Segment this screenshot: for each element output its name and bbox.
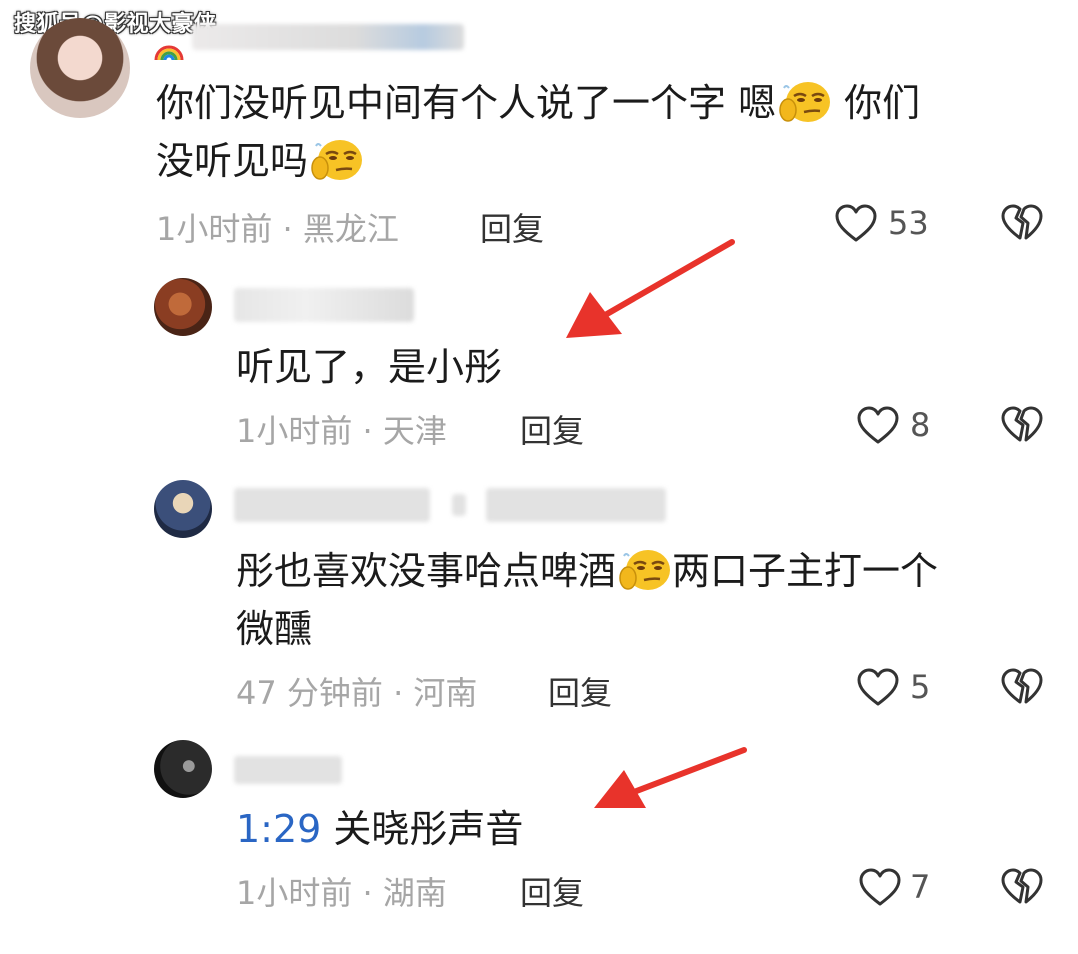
comment-meta: 1小时前 · 天津: [236, 412, 447, 450]
broken-heart-icon[interactable]: [1000, 867, 1044, 907]
comment-meta: 1小时前 · 湖南: [236, 874, 447, 912]
username-blurred[interactable]: [486, 488, 666, 522]
reply-button[interactable]: 回复: [520, 868, 584, 914]
username-blurred[interactable]: [452, 494, 466, 516]
username-blurred[interactable]: [234, 488, 430, 522]
rainbow-badge-icon: [154, 38, 184, 62]
broken-heart-icon[interactable]: [1000, 405, 1044, 445]
heart-outline-icon[interactable]: [858, 867, 902, 907]
reply-button[interactable]: 回复: [480, 204, 544, 250]
comment-text: 你们没听见中间有个人说了一个字 嗯 你们 没听见吗: [156, 80, 921, 183]
username-blurred[interactable]: [192, 24, 464, 50]
red-arrow-annotation: [594, 747, 747, 808]
avatar[interactable]: [30, 18, 130, 118]
video-timestamp-link[interactable]: 1:29: [236, 807, 321, 851]
comment-text: 1:29 关晓彤声音: [236, 807, 524, 851]
comment-text: 彤也喜欢没事哈点啤酒 两口子主打一个 微醺: [236, 548, 939, 651]
comment-text: 听见了，是小彤: [236, 345, 503, 389]
like-count: 53: [888, 204, 929, 242]
heart-outline-icon[interactable]: [856, 667, 900, 707]
broken-heart-icon[interactable]: [1000, 667, 1044, 707]
comment-meta: 1小时前 · 黑龙江: [156, 210, 399, 248]
like-count: 7: [910, 868, 931, 906]
username-blurred[interactable]: [234, 288, 414, 322]
thinking-face-emoji-icon: [776, 80, 832, 124]
like-count: 8: [910, 406, 931, 444]
red-arrow-annotation: [566, 239, 735, 338]
avatar[interactable]: [154, 740, 212, 798]
broken-heart-icon[interactable]: [1000, 203, 1044, 243]
avatar[interactable]: [154, 278, 212, 336]
comment-meta: 47 分钟前 · 河南: [236, 674, 478, 712]
like-count: 5: [910, 668, 931, 706]
thinking-face-emoji-icon: [308, 138, 364, 182]
reply-button[interactable]: 回复: [548, 668, 612, 714]
heart-outline-icon[interactable]: [856, 405, 900, 445]
avatar[interactable]: [154, 480, 212, 538]
heart-outline-icon[interactable]: [834, 203, 878, 243]
reply-button[interactable]: 回复: [520, 406, 584, 452]
thinking-face-emoji-icon: [616, 548, 672, 592]
username-blurred[interactable]: [234, 756, 342, 784]
